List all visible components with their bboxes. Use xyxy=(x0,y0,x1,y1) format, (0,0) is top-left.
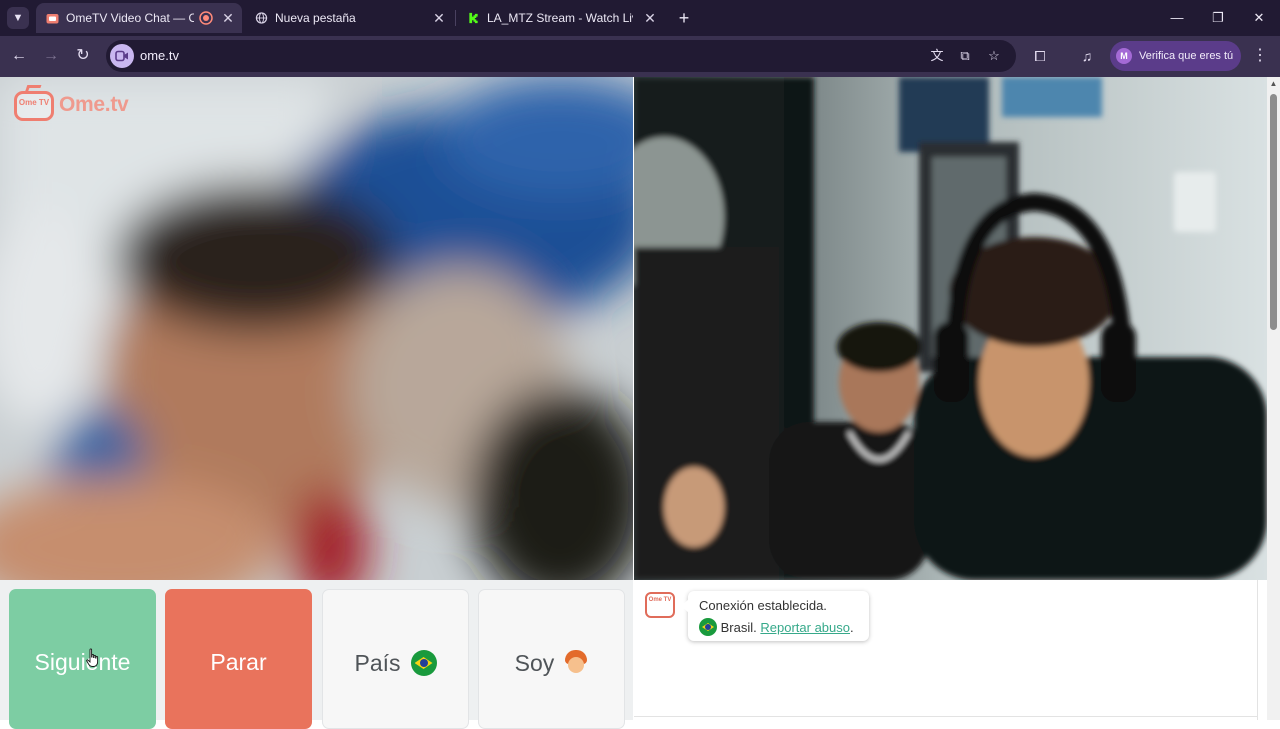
scrollbar-thumb[interactable] xyxy=(1270,94,1277,330)
self-video-frame xyxy=(634,77,1267,580)
globe-icon xyxy=(255,12,268,24)
tab-separator xyxy=(455,10,456,26)
tab-title: OmeTV Video Chat — Ome xyxy=(66,11,194,25)
tab-nueva-pestana[interactable]: Nueva pestaña ✕ xyxy=(245,3,453,33)
country-button[interactable]: País xyxy=(322,589,469,729)
ometv-favicon-icon xyxy=(46,14,59,24)
tab-title: LA_MTZ Stream - Watch Live o xyxy=(487,11,633,25)
gender-button-content: Soy xyxy=(479,650,624,677)
gender-button-label: Soy xyxy=(514,650,555,676)
minimize-icon[interactable]: — xyxy=(1162,5,1192,31)
scroll-up-icon[interactable]: ▲ xyxy=(1267,79,1280,89)
address-bar[interactable]: ome.tv 文 ⧉ ☆ xyxy=(106,40,1016,72)
avatar: M xyxy=(1116,48,1132,64)
window-close-icon[interactable]: ✕ xyxy=(1244,5,1274,31)
page-scrollbar[interactable]: ▲ xyxy=(1267,77,1280,720)
country-button-content: País xyxy=(323,650,468,677)
system-message: Conexión establecida. Brasil. Reportar a… xyxy=(681,591,869,641)
tab-kick-stream[interactable]: LA_MTZ Stream - Watch Live o ✕ xyxy=(457,3,665,33)
kebab-menu-icon[interactable]: ⋮ xyxy=(1252,45,1268,67)
site-info-icon[interactable] xyxy=(110,44,134,68)
tab-title: Nueva pestaña xyxy=(275,11,356,25)
self-video xyxy=(634,77,1267,580)
arrow-left-icon[interactable]: ← xyxy=(8,45,30,67)
chevron-down-icon[interactable]: ▼ xyxy=(7,7,29,29)
profile-label: Verifica que eres tú xyxy=(1139,50,1234,62)
stranger-video-frame xyxy=(0,77,633,580)
recording-icon xyxy=(199,11,213,25)
brazil-flag-icon xyxy=(699,618,717,636)
ometv-logo[interactable]: Ome TV Ome.tv xyxy=(14,85,139,123)
close-tab-icon[interactable]: ✕ xyxy=(221,3,235,33)
browser-toolbar: ← → ↻ ome.tv 文 ⧉ ☆ ⧠ ♫ M Verifica que er… xyxy=(0,36,1280,77)
stranger-video xyxy=(0,77,633,580)
partner-country-line: Brasil. Reportar abuso. xyxy=(699,618,854,636)
close-tab-icon[interactable]: ✕ xyxy=(643,3,657,33)
media-controls-icon[interactable]: ♫ xyxy=(1078,47,1096,65)
url-text: ome.tv xyxy=(140,48,180,63)
next-button[interactable]: Siguiente xyxy=(9,589,156,729)
connection-status: Conexión establecida. xyxy=(699,598,827,613)
translate-icon[interactable]: 文 xyxy=(929,48,945,64)
close-tab-icon[interactable]: ✕ xyxy=(432,3,446,33)
mouse-cursor-icon xyxy=(86,648,99,667)
profile-button[interactable]: M Verifica que eres tú xyxy=(1110,41,1241,71)
ometv-chat-avatar-icon: Ome TV xyxy=(645,592,675,618)
restore-icon[interactable]: ❐ xyxy=(1203,5,1233,31)
stop-button-label: Parar xyxy=(210,649,267,675)
puzzle-icon[interactable]: ⧠ xyxy=(1031,47,1049,65)
partner-country: Brasil. xyxy=(720,620,757,635)
arrow-right-icon[interactable]: → xyxy=(40,45,62,67)
new-tab-icon[interactable]: + xyxy=(673,7,695,29)
next-button-label: Siguiente xyxy=(34,649,131,675)
tv-icon: Ome TV xyxy=(14,91,54,121)
stop-button[interactable]: Parar xyxy=(165,589,312,729)
tab-ometv[interactable]: OmeTV Video Chat — Ome ✕ xyxy=(36,3,242,33)
country-button-label: País xyxy=(354,650,401,676)
reload-icon[interactable]: ↻ xyxy=(72,45,94,67)
star-icon[interactable]: ☆ xyxy=(986,48,1002,64)
report-abuse-link[interactable]: Reportar abuso xyxy=(760,620,850,635)
report-suffix: . xyxy=(850,620,854,635)
logo-text: Ome.tv xyxy=(59,93,129,116)
kick-logo-icon xyxy=(467,12,480,24)
gender-button[interactable]: Soy xyxy=(478,589,625,729)
chat-input-divider xyxy=(634,716,1258,717)
brazil-flag-icon xyxy=(410,650,437,676)
cast-icon[interactable]: ⧉ xyxy=(957,48,973,64)
boy-icon xyxy=(564,650,588,676)
browser-tab-bar: ▼ OmeTV Video Chat — Ome ✕ Nueva pestaña… xyxy=(0,0,1280,36)
